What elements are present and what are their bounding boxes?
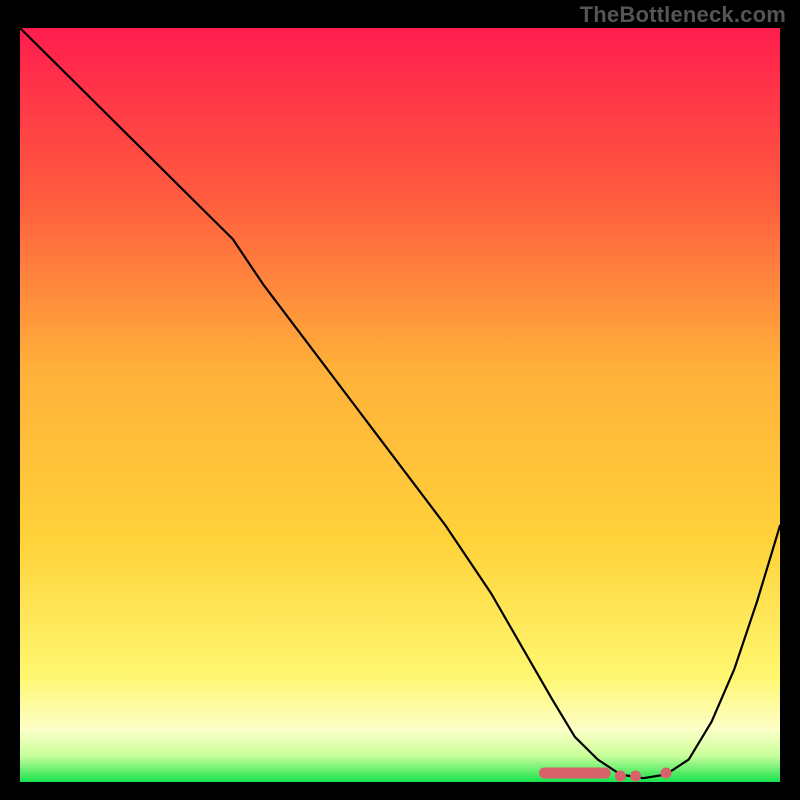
chart-frame: TheBottleneck.com xyxy=(0,0,800,800)
highlight-dot-2 xyxy=(630,770,641,781)
highlight-dot-1 xyxy=(615,770,626,781)
watermark-text: TheBottleneck.com xyxy=(580,2,786,28)
highlight-dot-3 xyxy=(661,767,672,778)
plot-area xyxy=(20,28,780,782)
chart-svg xyxy=(20,28,780,782)
